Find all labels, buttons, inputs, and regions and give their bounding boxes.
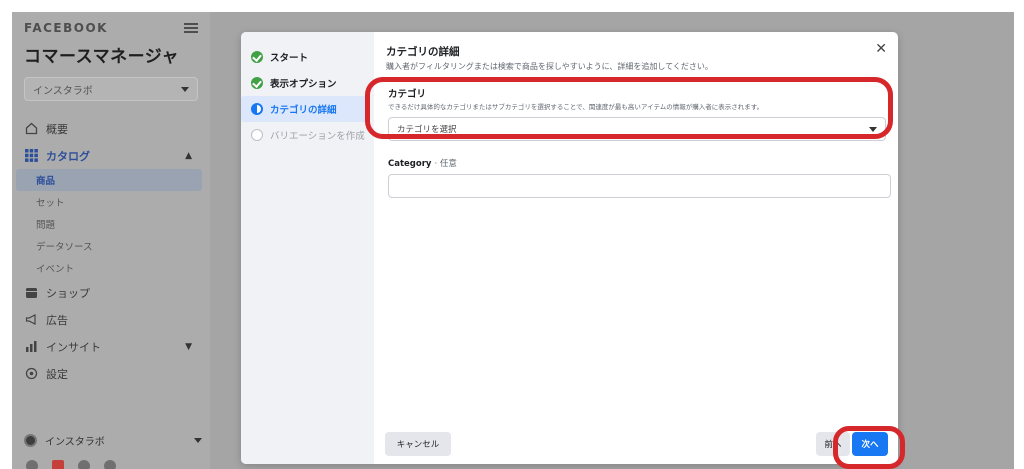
account-switcher[interactable]: インスタラボ — [24, 428, 202, 452]
sidebar-item-label: インサイト — [46, 340, 101, 354]
app-title: コマースマネージャ — [24, 47, 179, 67]
notification-icon[interactable] — [52, 460, 64, 469]
step-category-details[interactable]: カテゴリの詳細 — [241, 96, 370, 122]
sidebar-item-catalog[interactable]: カタログ ▲ — [24, 142, 198, 169]
step-label: カテゴリの詳細 — [270, 105, 337, 116]
sidebar-item-label: 概要 — [46, 122, 68, 136]
search-icon[interactable] — [78, 460, 90, 469]
cancel-button[interactable]: キャンセル — [385, 432, 451, 456]
chevron-down-icon: ▼ — [185, 341, 192, 352]
home-icon — [24, 122, 38, 136]
step-display-options[interactable]: 表示オプション — [241, 70, 374, 96]
grid-icon — [24, 149, 38, 163]
sidebar-item-label: 設定 — [46, 367, 68, 381]
sidebar-subitem-sets[interactable]: セット — [16, 191, 202, 213]
avatar — [24, 433, 37, 447]
step-start[interactable]: スタート — [241, 44, 374, 70]
account-name: インスタラボ — [45, 436, 105, 448]
close-icon[interactable]: ✕ — [875, 42, 887, 56]
shop-selector-label: インスタラボ — [33, 85, 93, 97]
chevron-up-icon: ▲ — [185, 150, 192, 161]
menu-icon[interactable] — [184, 23, 198, 33]
dialog-subtitle: 購入者がフィルタリングまたは検索で商品を探しやすいように、詳細を追加してください… — [386, 62, 713, 71]
brand-row: FACEBOOK — [24, 20, 198, 36]
category-field-label: Category · 任意 — [386, 157, 888, 169]
sidebar-subitem-issues[interactable]: 問題 — [16, 213, 202, 235]
shop-icon — [24, 286, 38, 300]
next-button-highlight-outline — [833, 426, 905, 469]
caret-down-icon — [194, 437, 202, 443]
category-text-input[interactable] — [388, 174, 891, 198]
sidebar-subitem-events[interactable]: イベント — [16, 257, 202, 279]
check-circle-icon — [251, 77, 263, 89]
sidebar-subitem-data-sources[interactable]: データソース — [16, 235, 202, 257]
category-highlight-outline — [365, 77, 893, 139]
gear-icon — [24, 367, 38, 381]
sidebar-item-label: 広告 — [46, 313, 68, 327]
step-label: バリエーションを作成 — [270, 131, 365, 142]
sidebar: FACEBOOK コマースマネージャ インスタラボ 概要 カタログ ▲ 商品 セ… — [12, 12, 210, 469]
step-label: スタート — [270, 53, 309, 64]
sidebar-nav: 概要 カタログ ▲ 商品 セット 問題 データソース イベント ショップ 広告 … — [16, 115, 202, 387]
bar-chart-icon — [24, 340, 38, 354]
settings-icon[interactable] — [104, 460, 116, 469]
dialog-footer: キャンセル 前へ 次へ — [374, 424, 898, 464]
sidebar-item-label: カタログ — [46, 149, 90, 163]
sidebar-item-overview[interactable]: 概要 — [24, 115, 198, 142]
account-row: インスタラボ — [24, 428, 202, 452]
step-label: 表示オプション — [270, 79, 337, 90]
progress-circle-icon — [251, 103, 263, 115]
sidebar-item-shop[interactable]: ショップ — [24, 279, 198, 306]
caret-down-icon — [181, 86, 189, 92]
step-create-variations[interactable]: バリエーションを作成 — [241, 122, 374, 148]
wizard-steps: スタート 表示オプション カテゴリの詳細 バリエーションを作成 — [241, 32, 374, 464]
dialog-title: カテゴリの詳細 — [386, 46, 460, 58]
brand-logo: FACEBOOK — [24, 21, 108, 35]
megaphone-icon — [24, 313, 38, 327]
shop-selector[interactable]: インスタラボ — [24, 77, 198, 101]
sidebar-item-label: ショップ — [46, 286, 90, 300]
check-circle-icon — [251, 51, 263, 63]
category-field-name: Category — [388, 159, 432, 169]
sidebar-subitem-products[interactable]: 商品 — [16, 169, 202, 191]
sidebar-item-ads[interactable]: 広告 — [24, 306, 198, 333]
sidebar-item-insights[interactable]: インサイト ▼ — [24, 333, 198, 360]
bottom-toolbar — [26, 460, 116, 469]
sidebar-item-settings[interactable]: 設定 — [24, 360, 198, 387]
help-icon[interactable] — [26, 460, 38, 469]
empty-circle-icon — [251, 129, 263, 141]
optional-tag: · 任意 — [434, 159, 457, 169]
